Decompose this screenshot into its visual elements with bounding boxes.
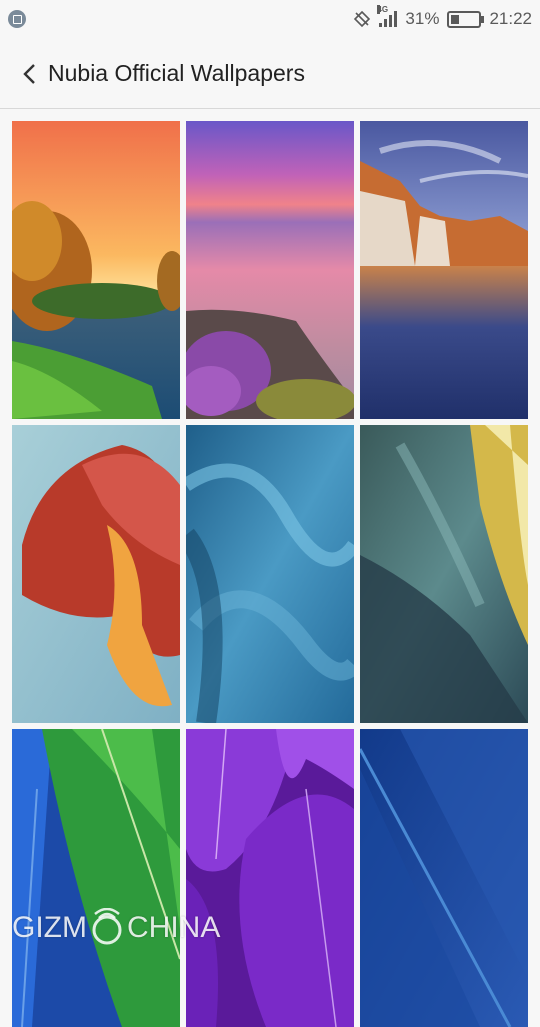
data-sync-icon [354, 10, 371, 28]
wallpaper-sunset-lake-image [12, 121, 180, 419]
wallpaper-tile[interactable] [12, 121, 180, 419]
network-type: 4G [377, 5, 389, 14]
status-bar: 4G 31% 21:22 [0, 0, 540, 38]
clock: 21:22 [489, 9, 532, 28]
status-icons: 4G 31% 21:22 [353, 5, 532, 30]
wallpaper-tile[interactable] [360, 729, 528, 1027]
wallpaper-tile[interactable] [12, 729, 180, 1027]
wallpaper-grid [12, 121, 528, 1027]
wallpaper-tile[interactable] [360, 121, 528, 419]
watermark: GIZM CHINA [12, 908, 220, 948]
back-button[interactable] [14, 58, 46, 90]
signal-icon: 4G [377, 5, 398, 27]
battery-fill [451, 14, 460, 24]
wallpaper-tile[interactable] [360, 425, 528, 723]
wallpaper-blue-silk-image [186, 425, 354, 723]
wallpaper-pink-sea-flowers-image [186, 121, 354, 419]
wallpaper-tile[interactable] [186, 729, 354, 1027]
app-bar: Nubia Official Wallpapers [0, 38, 540, 109]
wallpaper-red-cliffs-reflection-image [360, 121, 528, 419]
wallpaper-tile[interactable] [186, 425, 354, 723]
watermark-left: GIZM [12, 911, 87, 944]
wallpaper-teal-abstract-image [360, 425, 528, 723]
wallpaper-navy-feather-image [360, 729, 528, 1027]
wallpaper-green-blue-feathers-image [12, 729, 180, 1027]
screenshot-notification-icon [8, 10, 26, 28]
battery-icon [447, 10, 485, 28]
battery-percent: 31% [405, 9, 440, 28]
wallpaper-purple-feathers-image [186, 729, 354, 1027]
wallpaper-tile[interactable] [186, 121, 354, 419]
watermark-right: CHINA [127, 911, 221, 944]
wallpaper-red-petal-abstract-image [12, 425, 180, 723]
watermark-logo-icon [87, 908, 127, 948]
chevron-left-icon [23, 64, 35, 84]
wallpaper-tile[interactable] [12, 425, 180, 723]
page-title: Nubia Official Wallpapers [48, 60, 305, 86]
